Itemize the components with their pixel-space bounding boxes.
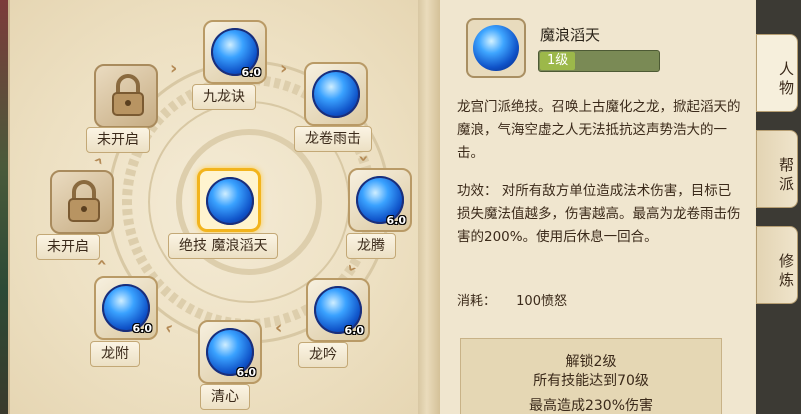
unlock-requirement: 所有技能达到70级 (533, 373, 649, 389)
cost-value: 100愤怒 (516, 294, 567, 309)
dragon-orb-icon (206, 177, 254, 225)
skill-effect: 功效： 对所有敌方单位造成法术伤害，目标已损失魔法值越多，伤害越高。最高为龙卷雨… (457, 180, 742, 249)
skill-cost: 消耗： 100愤怒 (457, 290, 567, 309)
skill-level: 6.0 (344, 324, 365, 337)
skill-tree-page: 6.0 九龙诀 龙卷雨击 6.0 龙腾 6.0 龙吟 6.0 清心 6.0 龙附 (10, 0, 418, 414)
unlock-bonus: 最高造成230%伤害 (528, 398, 654, 414)
tab-guild[interactable]: 帮派 (756, 130, 798, 208)
cost-label: 消耗： (457, 294, 497, 309)
skill-level-bar: 1级 (538, 50, 660, 72)
arrow-icon: › (91, 258, 113, 267)
skill-label-longjuanyuji: 龙卷雨击 (294, 126, 372, 152)
skill-node-jiulongjue[interactable]: 6.0 (203, 20, 267, 84)
unlock-info-box: 解锁2级 所有技能达到70级 最高造成230%伤害 (460, 338, 722, 414)
arrow-icon: › (353, 154, 375, 163)
skill-level: 6.0 (241, 66, 262, 79)
skill-name: 魔浪滔天 (540, 26, 601, 44)
skill-node-longyin[interactable]: 6.0 (306, 278, 370, 342)
skill-label-molangtaotian: 绝技 魔浪滔天 (168, 233, 279, 259)
padlock-icon (112, 74, 144, 116)
skill-label-jiulongjue: 九龙诀 (192, 84, 256, 110)
tab-cultivation[interactable]: 修炼 (756, 226, 798, 304)
skill-level: 6.0 (236, 366, 257, 379)
effect-text: 对所有敌方单位造成法术伤害，目标已损失魔法值越多，伤害越高。最高为龙卷雨击伤害的… (457, 183, 741, 245)
book-spine (418, 0, 440, 414)
skill-node-qingxin[interactable]: 6.0 (198, 320, 262, 384)
effect-label: 功效： (457, 183, 498, 199)
game-scene: 6.0 九龙诀 龙卷雨击 6.0 龙腾 6.0 龙吟 6.0 清心 6.0 龙附 (0, 0, 801, 414)
skill-level-text: 1级 (547, 53, 569, 68)
padlock-icon (68, 180, 100, 222)
skill-node-longfu[interactable]: 6.0 (94, 276, 158, 340)
skill-label-longfu: 龙附 (90, 341, 140, 367)
locked-skill-node-left[interactable] (50, 170, 114, 234)
arrow-icon: › (280, 58, 288, 79)
skill-node-molangtaotian-selected[interactable] (197, 168, 261, 232)
skill-node-longteng[interactable]: 6.0 (348, 168, 412, 232)
tab-character[interactable]: 人物 (756, 34, 798, 112)
skill-level: 6.0 (132, 322, 153, 335)
skill-label-longyin: 龙吟 (298, 342, 348, 368)
arrow-icon: › (170, 58, 178, 79)
side-tabs: 人物 帮派 修炼 (756, 34, 801, 334)
skill-description: 龙宫门派绝技。召唤上古魔化之龙，掀起滔天的魔浪，气海空虚之人无法抵抗这声势浩大的… (457, 99, 741, 161)
locked-skill-label-top: 未开启 (86, 127, 150, 153)
dragon-orb-icon (473, 25, 519, 71)
arrow-icon: › (275, 318, 283, 339)
unlock-level: 解锁2级 (565, 354, 617, 370)
skill-label-longteng: 龙腾 (346, 233, 396, 259)
skill-node-longjuanyuji[interactable] (304, 62, 368, 126)
dragon-orb-icon (312, 70, 360, 118)
selected-skill-icon (466, 18, 526, 78)
skill-label-qingxin: 清心 (200, 384, 250, 410)
locked-skill-node-top[interactable] (94, 64, 158, 128)
skill-level: 6.0 (386, 214, 407, 227)
locked-skill-label-left: 未开启 (36, 234, 100, 260)
